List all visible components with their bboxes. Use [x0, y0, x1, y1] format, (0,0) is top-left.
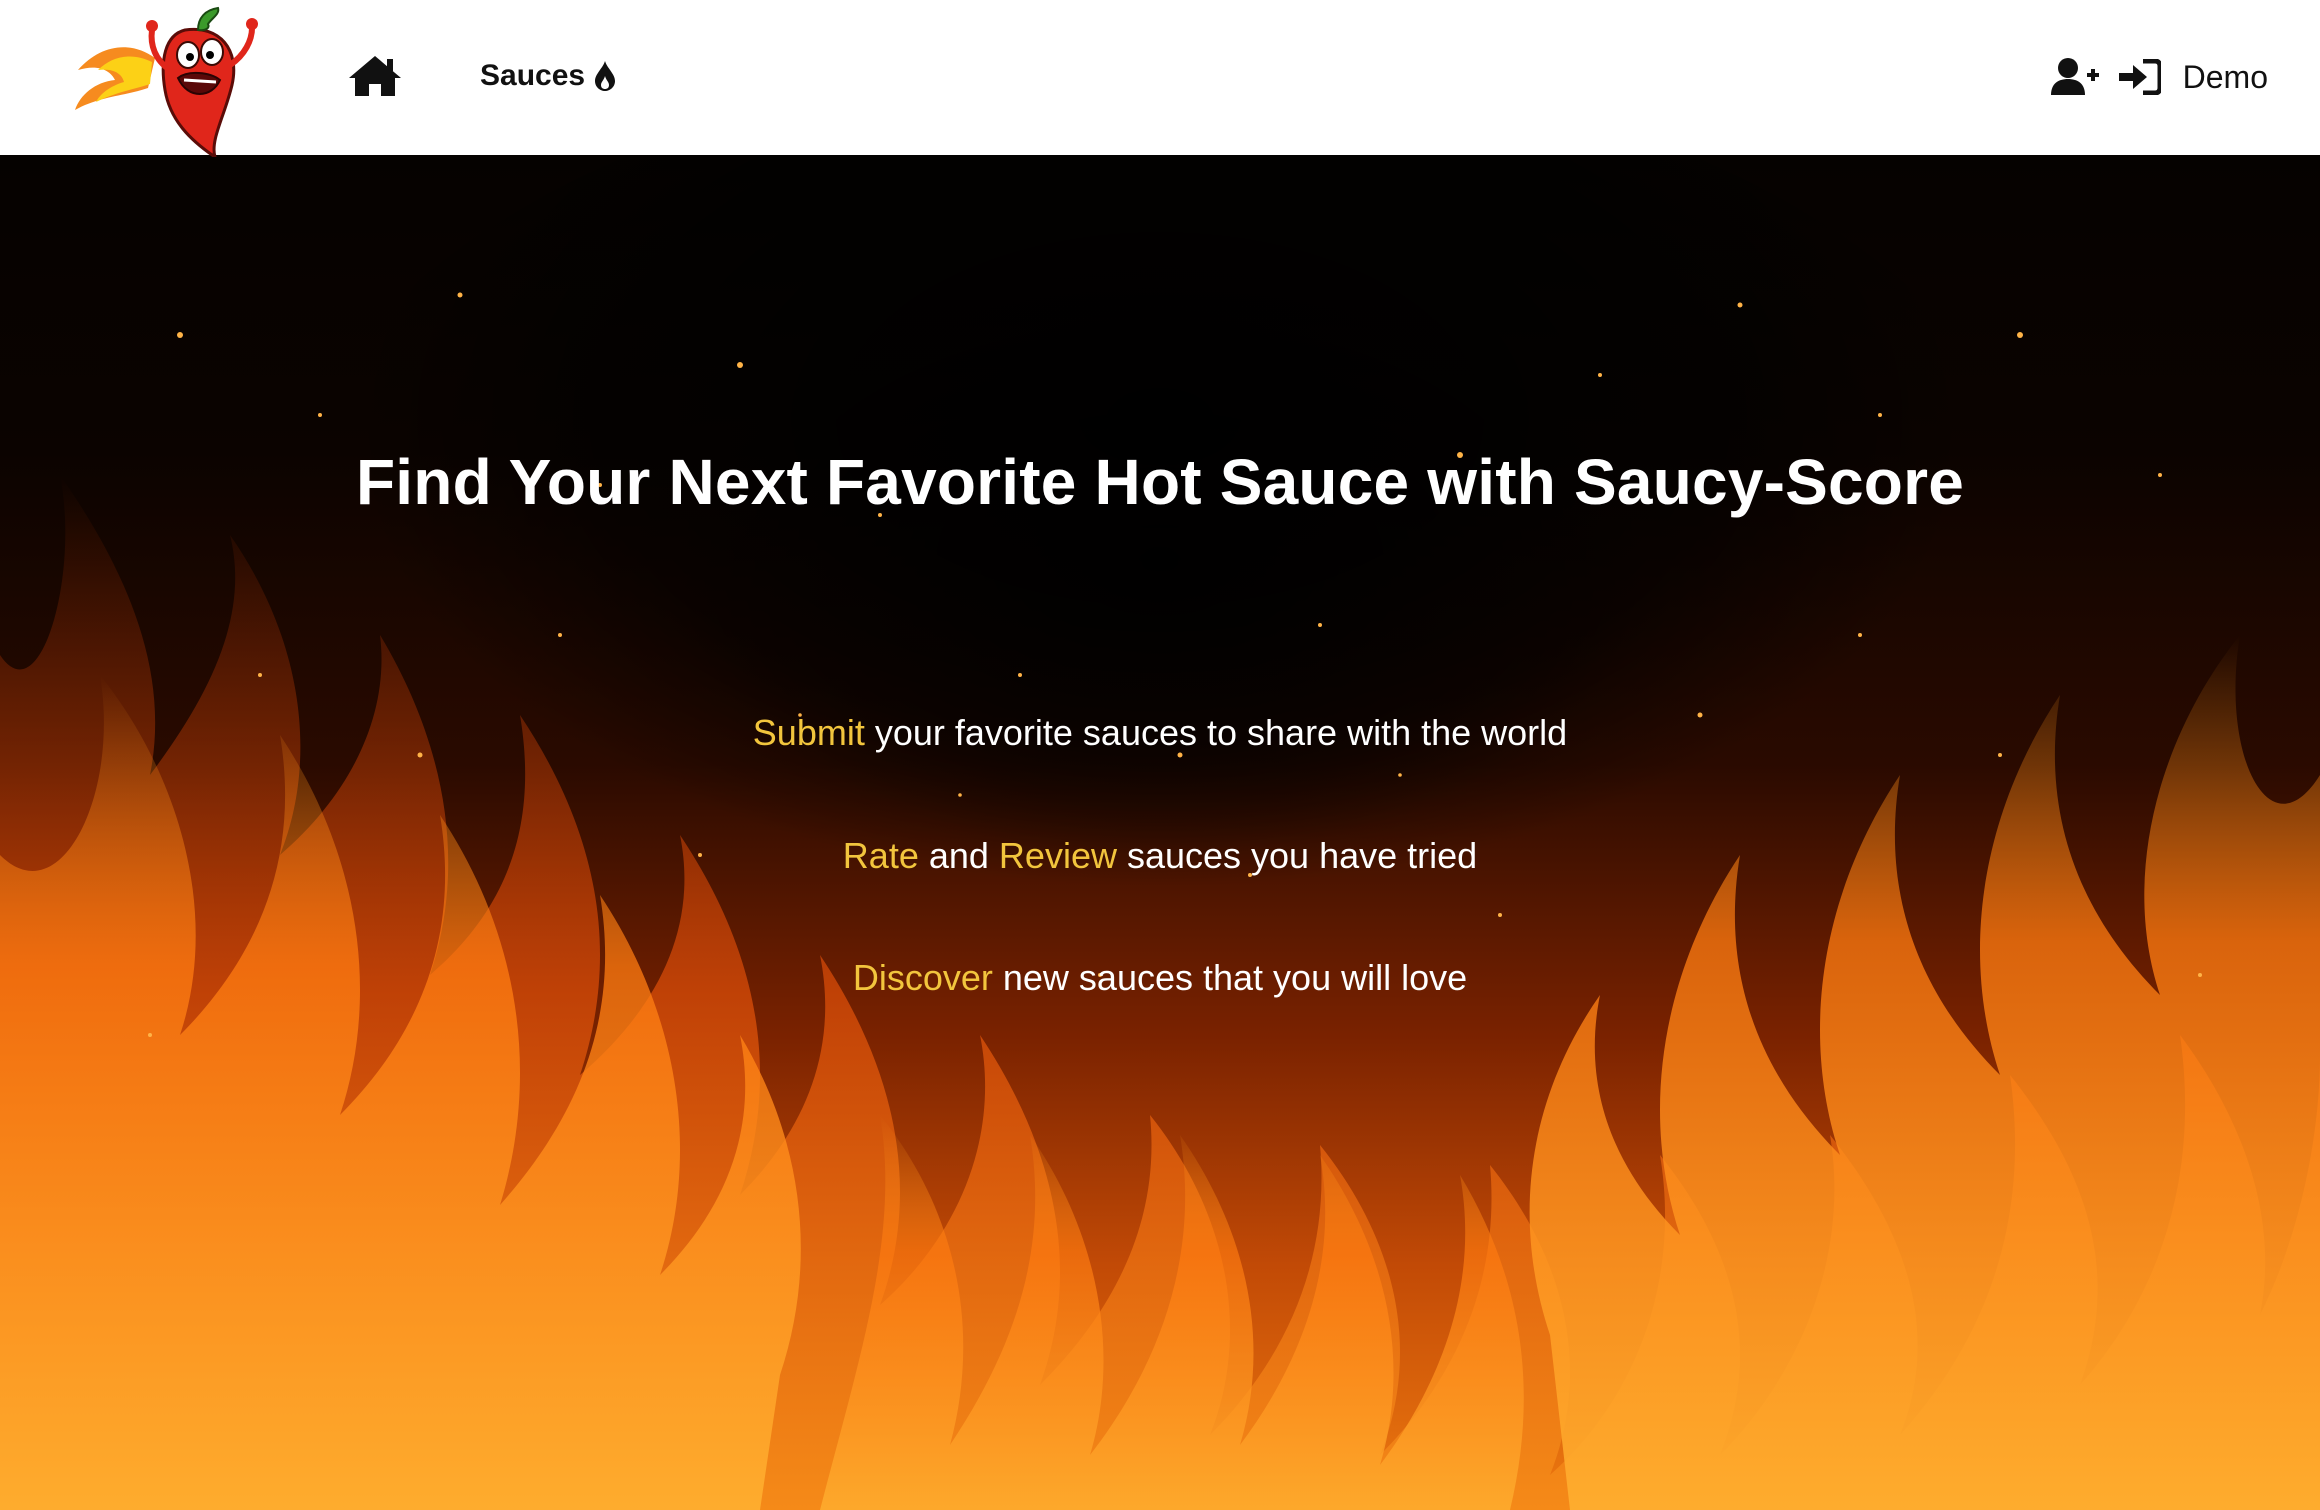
- tagline-rate-review: Rate and Review sauces you have tried: [0, 835, 2320, 877]
- rate-link[interactable]: Rate: [843, 835, 919, 876]
- hero-title: Find Your Next Favorite Hot Sauce with S…: [356, 446, 1964, 518]
- chili-pepper-logo-icon[interactable]: [70, 0, 280, 157]
- sign-in-icon[interactable]: [2118, 59, 2161, 95]
- hero-banner: Find Your Next Favorite Hot Sauce with S…: [0, 155, 2320, 1510]
- tagline-text: sauces you have tried: [1116, 835, 1478, 876]
- nav-sauces-link[interactable]: Sauces: [480, 52, 617, 100]
- home-icon[interactable]: [347, 54, 403, 98]
- demo-login-link[interactable]: Demo: [2183, 59, 2268, 96]
- review-link[interactable]: Review: [999, 835, 1117, 876]
- fire-drop-icon: [595, 61, 616, 91]
- tagline-submit: Submit your favorite sauces to share wit…: [0, 712, 2320, 754]
- discover-link[interactable]: Discover: [853, 957, 993, 998]
- submit-link[interactable]: Submit: [753, 712, 865, 753]
- tagline-discover: Discover new sauces that you will love: [0, 957, 2320, 999]
- navbar: Sauces Demo: [0, 0, 2320, 157]
- flames-background: [0, 155, 2320, 1510]
- tagline-text: and: [918, 835, 999, 876]
- tagline-text: new sauces that you will love: [992, 957, 1468, 998]
- nav-sauces-label: Sauces: [480, 59, 586, 92]
- user-plus-icon[interactable]: [2050, 57, 2099, 97]
- nav-auth-group: Demo: [2050, 52, 2268, 102]
- tagline-text: your favorite sauces to share with the w…: [864, 712, 1568, 753]
